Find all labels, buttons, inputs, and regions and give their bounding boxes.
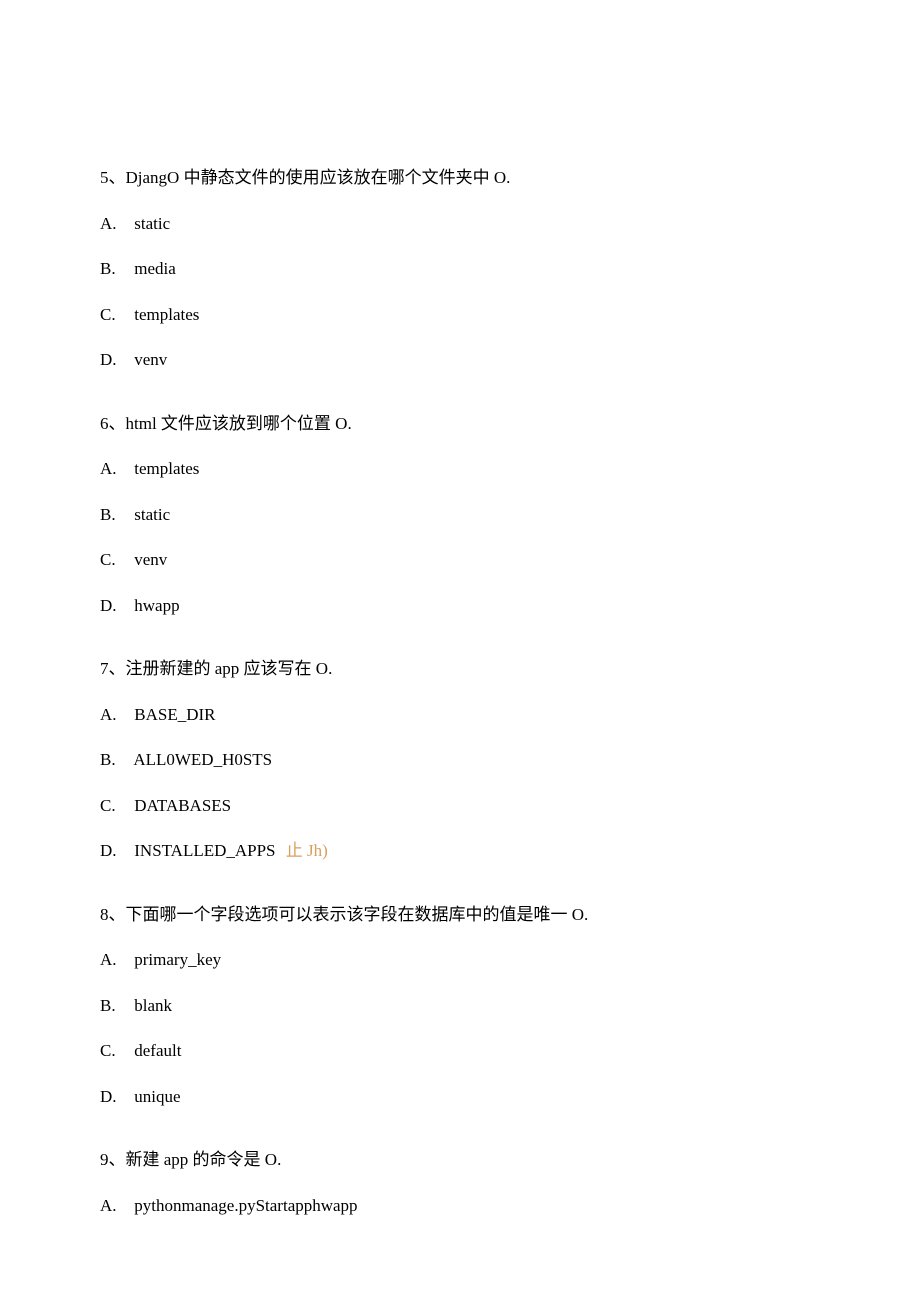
question-6: 6、html 文件应该放到哪个位置 O. A. templates B. sta… — [100, 411, 820, 619]
option-label: C. — [100, 302, 130, 328]
question-number: 8 — [100, 905, 109, 924]
option-b: B. media — [100, 256, 820, 282]
option-label: D. — [100, 593, 130, 619]
option-label: C. — [100, 793, 130, 819]
option-label: D. — [100, 838, 130, 864]
option-label: A. — [100, 456, 130, 482]
separator: 、 — [109, 414, 126, 433]
option-text: static — [134, 505, 170, 524]
option-text: ALL0WED_H0STS — [133, 750, 272, 769]
question-stem: 8、下面哪一个字段选项可以表示该字段在数据库中的值是唯一 O. — [100, 902, 820, 928]
option-label: B. — [100, 747, 130, 773]
question-stem: 5、DjangO 中静态文件的使用应该放在哪个文件夹中 O. — [100, 165, 820, 191]
question-text: 新建 app 的命令是 O. — [126, 1150, 282, 1169]
option-text: blank — [134, 996, 172, 1015]
question-7: 7、注册新建的 app 应该写在 O. A. BASE_DIR B. ALL0W… — [100, 656, 820, 864]
question-number: 6 — [100, 414, 109, 433]
option-text: primary_key — [134, 950, 221, 969]
option-label: A. — [100, 947, 130, 973]
question-stem: 9、新建 app 的命令是 O. — [100, 1147, 820, 1173]
separator: 、 — [109, 168, 126, 187]
question-number: 9 — [100, 1150, 109, 1169]
option-text: INSTALLED_APPS — [134, 841, 275, 860]
question-text: 下面哪一个字段选项可以表示该字段在数据库中的值是唯一 O. — [126, 905, 589, 924]
option-a: A. static — [100, 211, 820, 237]
option-b: B. blank — [100, 993, 820, 1019]
option-text: venv — [134, 550, 167, 569]
question-stem: 6、html 文件应该放到哪个位置 O. — [100, 411, 820, 437]
option-label: B. — [100, 993, 130, 1019]
option-label: A. — [100, 1193, 130, 1219]
question-9: 9、新建 app 的命令是 O. A. pythonmanage.pyStart… — [100, 1147, 820, 1218]
option-d: D. INSTALLED_APPS ⽌ Jh) — [100, 838, 820, 864]
option-a: A. BASE_DIR — [100, 702, 820, 728]
question-text: DjangO 中静态文件的使用应该放在哪个文件夹中 O. — [126, 168, 511, 187]
option-text: templates — [134, 459, 199, 478]
option-label: C. — [100, 1038, 130, 1064]
option-label: B. — [100, 502, 130, 528]
option-d: D. unique — [100, 1084, 820, 1110]
separator: 、 — [109, 905, 126, 924]
option-a: A. primary_key — [100, 947, 820, 973]
option-b: B. static — [100, 502, 820, 528]
option-label: A. — [100, 211, 130, 237]
option-text: BASE_DIR — [134, 705, 215, 724]
option-text: venv — [134, 350, 167, 369]
question-number: 7 — [100, 659, 109, 678]
option-text: DATABASES — [134, 796, 231, 815]
option-d: D. hwapp — [100, 593, 820, 619]
option-label: C. — [100, 547, 130, 573]
option-a: A. pythonmanage.pyStartapphwapp — [100, 1193, 820, 1219]
question-8: 8、下面哪一个字段选项可以表示该字段在数据库中的值是唯一 O. A. prima… — [100, 902, 820, 1110]
option-text: pythonmanage.pyStartapphwapp — [134, 1196, 357, 1215]
question-number: 5 — [100, 168, 109, 187]
separator: 、 — [109, 659, 126, 678]
question-text: 注册新建的 app 应该写在 O. — [126, 659, 333, 678]
question-text: html 文件应该放到哪个位置 O. — [126, 414, 352, 433]
question-stem: 7、注册新建的 app 应该写在 O. — [100, 656, 820, 682]
option-text: media — [134, 259, 176, 278]
option-b: B. ALL0WED_H0STS — [100, 747, 820, 773]
option-c: C. DATABASES — [100, 793, 820, 819]
option-label: D. — [100, 347, 130, 373]
separator: 、 — [109, 1150, 126, 1169]
option-text: default — [134, 1041, 181, 1060]
option-a: A. templates — [100, 456, 820, 482]
annotation-text: ⽌ Jh) — [286, 841, 328, 860]
option-label: A. — [100, 702, 130, 728]
option-label: D. — [100, 1084, 130, 1110]
option-text: static — [134, 214, 170, 233]
option-text: hwapp — [134, 596, 179, 615]
option-d: D. venv — [100, 347, 820, 373]
option-c: C. venv — [100, 547, 820, 573]
option-label: B. — [100, 256, 130, 282]
option-c: C. default — [100, 1038, 820, 1064]
option-text: templates — [134, 305, 199, 324]
option-c: C. templates — [100, 302, 820, 328]
option-text: unique — [134, 1087, 180, 1106]
question-5: 5、DjangO 中静态文件的使用应该放在哪个文件夹中 O. A. static… — [100, 165, 820, 373]
